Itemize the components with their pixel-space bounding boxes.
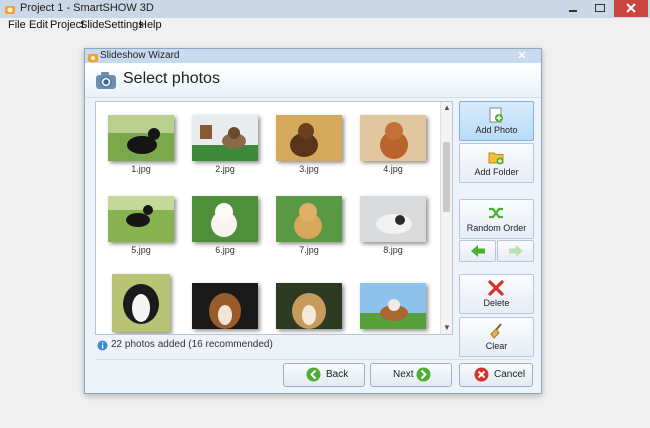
photo-thumbnail[interactable] bbox=[360, 196, 426, 242]
photo-filename: 6.jpg bbox=[215, 245, 235, 255]
photo-grid-scrollbar[interactable]: ▲ ▼ bbox=[440, 102, 452, 334]
photo-thumbnail[interactable] bbox=[108, 115, 174, 161]
add-folder-label: Add Folder bbox=[474, 167, 519, 177]
random-order-button[interactable]: Random Order bbox=[459, 199, 534, 239]
back-label: Back bbox=[326, 369, 349, 380]
cancel-button[interactable]: Cancel bbox=[459, 363, 533, 387]
photo-thumbnail[interactable] bbox=[276, 115, 342, 161]
app-titlebar: Project 1 - SmartSHOW 3D bbox=[0, 0, 650, 19]
photo-thumbnail[interactable] bbox=[192, 196, 258, 242]
back-arrow-icon bbox=[306, 367, 321, 382]
info-icon bbox=[97, 340, 108, 351]
camera-icon bbox=[95, 70, 117, 90]
scroll-down-icon[interactable]: ▼ bbox=[443, 323, 451, 332]
clear-label: Clear bbox=[485, 341, 508, 351]
page-title: Select photos bbox=[123, 70, 220, 87]
menu-settings[interactable]: Settings bbox=[104, 19, 144, 31]
menu-bar: File Edit Project Slide Settings Help bbox=[0, 18, 650, 34]
move-right-button[interactable] bbox=[497, 240, 534, 262]
status-bar: 22 photos added (16 recommended) bbox=[95, 339, 451, 353]
next-button[interactable]: Next bbox=[370, 363, 452, 387]
menu-edit[interactable]: Edit bbox=[29, 19, 48, 31]
clear-button[interactable]: Clear bbox=[459, 317, 534, 357]
smartshow-app-icon bbox=[88, 51, 98, 62]
photo-thumbnail[interactable] bbox=[360, 115, 426, 161]
photo-filename: 3.jpg bbox=[299, 164, 319, 174]
photo-thumbnail[interactable] bbox=[192, 283, 258, 329]
delete-button[interactable]: Delete bbox=[459, 274, 534, 314]
photo-filename: 2.jpg bbox=[215, 164, 235, 174]
move-left-button[interactable] bbox=[459, 240, 496, 262]
close-window-button[interactable] bbox=[614, 0, 648, 17]
photo-grid[interactable]: 1.jpg 2.jpg 3.jpg 4.jpg 5.jpg 6.jpg 7.jp… bbox=[95, 101, 453, 335]
add-photo-icon bbox=[488, 107, 504, 123]
photo-count-status: 22 photos added (16 recommended) bbox=[111, 339, 273, 350]
app-title: Project 1 - SmartSHOW 3D bbox=[20, 2, 154, 14]
cancel-icon bbox=[474, 367, 489, 382]
next-label: Next bbox=[393, 369, 414, 380]
random-order-label: Random Order bbox=[466, 223, 527, 233]
photo-filename: 4.jpg bbox=[383, 164, 403, 174]
dialog-close-button[interactable] bbox=[505, 49, 539, 62]
add-folder-icon bbox=[488, 149, 504, 165]
photo-thumbnail[interactable] bbox=[360, 283, 426, 329]
menu-slide[interactable]: Slide bbox=[80, 19, 104, 31]
arrow-right-icon bbox=[509, 245, 523, 257]
shuffle-icon bbox=[488, 205, 504, 221]
dialog-title: Slideshow Wizard bbox=[100, 50, 180, 61]
photo-filename: 5.jpg bbox=[131, 245, 151, 255]
photo-filename: 1.jpg bbox=[131, 164, 151, 174]
photo-thumbnail[interactable] bbox=[276, 196, 342, 242]
dialog-titlebar: Slideshow Wizard bbox=[85, 49, 541, 63]
broom-icon bbox=[488, 323, 504, 339]
photo-thumbnail[interactable] bbox=[192, 115, 258, 161]
add-photo-label: Add Photo bbox=[475, 125, 518, 135]
arrow-left-icon bbox=[471, 245, 485, 257]
next-arrow-icon bbox=[416, 367, 431, 382]
slideshow-wizard-dialog: Slideshow Wizard Select photos 1.jpg 2.j… bbox=[84, 48, 542, 394]
scroll-up-icon[interactable]: ▲ bbox=[443, 103, 451, 112]
photo-thumbnail[interactable] bbox=[276, 283, 342, 329]
minimize-button[interactable] bbox=[560, 0, 586, 17]
maximize-button[interactable] bbox=[587, 0, 613, 17]
add-folder-button[interactable]: Add Folder bbox=[459, 143, 534, 183]
cancel-label: Cancel bbox=[494, 369, 526, 380]
menu-file[interactable]: File bbox=[8, 19, 26, 31]
add-photo-button[interactable]: Add Photo bbox=[459, 101, 534, 141]
dialog-header: Select photos bbox=[85, 63, 541, 98]
photo-thumbnail[interactable] bbox=[112, 274, 170, 332]
scrollbar-thumb[interactable] bbox=[443, 142, 450, 212]
photo-thumbnail[interactable] bbox=[108, 196, 174, 242]
photo-filename: 7.jpg bbox=[299, 245, 319, 255]
smartshow-app-icon bbox=[4, 3, 16, 15]
delete-icon bbox=[488, 280, 504, 296]
delete-label: Delete bbox=[483, 298, 510, 308]
menu-help[interactable]: Help bbox=[139, 19, 162, 31]
photo-filename: 8.jpg bbox=[383, 245, 403, 255]
back-button[interactable]: Back bbox=[283, 363, 365, 387]
divider bbox=[95, 359, 531, 360]
